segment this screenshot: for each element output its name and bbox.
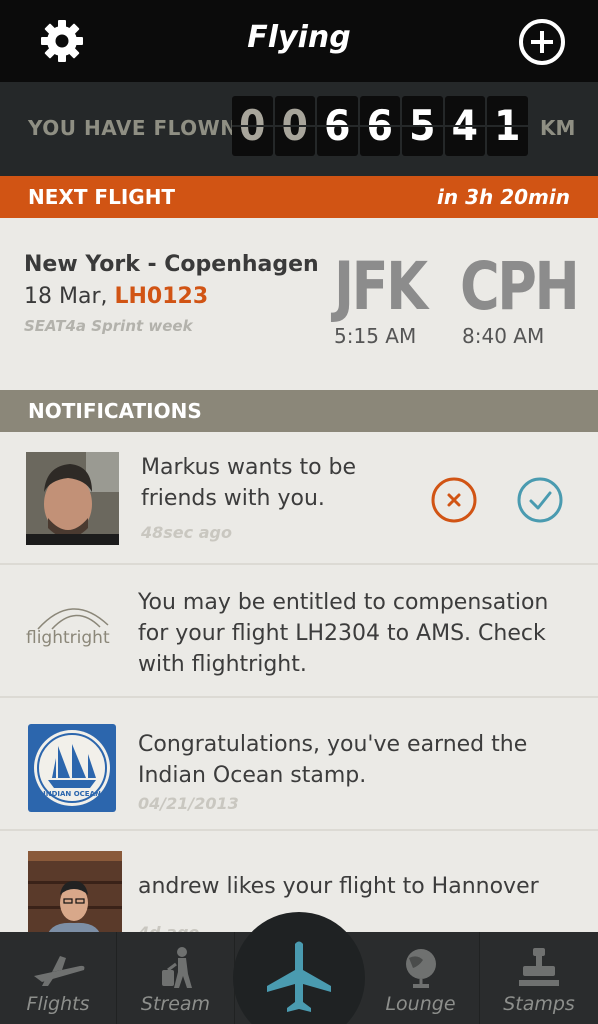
odometer-digit: 1 xyxy=(487,96,528,156)
tab-label: Flights xyxy=(26,993,90,1015)
arrival-time: 8:40 AM xyxy=(462,324,545,348)
odometer-digit: 0 xyxy=(274,96,315,156)
next-flight-countdown: in 3h 20min xyxy=(437,185,570,209)
seat-note: SEAT4a Sprint week xyxy=(24,317,193,335)
notification-time: 48sec ago xyxy=(141,523,232,542)
indian-ocean-stamp: INDIAN OCEAN xyxy=(28,724,116,812)
flightright-logo: flightright xyxy=(26,595,122,655)
plane-icon xyxy=(267,941,331,1012)
tab-stamps[interactable]: Stamps xyxy=(480,932,598,1024)
odometer-digit: 6 xyxy=(317,96,358,156)
list-item[interactable]: INDIAN OCEAN Congratulations, you've ear… xyxy=(0,698,598,831)
destination-code: CPH xyxy=(460,248,580,325)
tab-label: Stream xyxy=(140,993,211,1015)
notification-time: 04/21/2013 xyxy=(138,794,239,813)
tab-stream[interactable]: Stream xyxy=(117,932,235,1024)
accept-button[interactable] xyxy=(516,476,564,524)
stamp-icon xyxy=(519,948,559,986)
flight-number: LH0123 xyxy=(114,284,209,309)
notification-text: Congratulations, you've earned the India… xyxy=(138,732,528,788)
odometer-digit: 5 xyxy=(402,96,443,156)
avatar xyxy=(28,851,122,941)
next-flight-card[interactable]: New York - Copenhagen 18 Mar, LH0123 SEA… xyxy=(0,218,598,390)
avatar xyxy=(26,452,119,545)
page-title: Flying xyxy=(247,20,351,55)
notification-text: andrew likes your flight to Hannover xyxy=(138,874,539,899)
tab-lounge[interactable]: Lounge xyxy=(362,932,480,1024)
notification-text: Markus wants to be friends with you. xyxy=(141,455,357,511)
decline-button[interactable] xyxy=(430,476,478,524)
list-item[interactable]: flightright You may be entitled to compe… xyxy=(0,565,598,698)
odometer-digits: 0 0 6 6 5 4 1 xyxy=(232,96,528,156)
odometer-digit: 4 xyxy=(444,96,485,156)
notifications-label: NOTIFICATIONS xyxy=(28,399,202,423)
traveler-icon xyxy=(161,947,192,988)
list-item[interactable]: Markus wants to be friends with you. 48s… xyxy=(0,432,598,565)
plane-icon xyxy=(34,956,85,986)
flight-date: 18 Mar, xyxy=(24,284,108,309)
origin-code: JFK xyxy=(334,248,428,325)
distance-unit: KM xyxy=(540,116,576,140)
departure-time: 5:15 AM xyxy=(334,324,417,348)
notifications-header: NOTIFICATIONS xyxy=(0,390,598,432)
globe-icon xyxy=(405,949,436,988)
tab-label: Lounge xyxy=(385,993,456,1015)
next-flight-header: NEXT FLIGHT in 3h 20min xyxy=(0,176,598,218)
flight-route: New York - Copenhagen xyxy=(24,252,319,277)
next-flight-label: NEXT FLIGHT xyxy=(28,185,176,209)
top-bar: Flying xyxy=(0,0,598,82)
tab-label: Stamps xyxy=(503,993,575,1015)
odometer-digit: 0 xyxy=(232,96,273,156)
tab-flights[interactable]: Flights xyxy=(0,932,117,1024)
notification-text: You may be entitled to compensation for … xyxy=(138,590,549,677)
plus-circle-icon[interactable] xyxy=(517,17,567,67)
odometer-digit: 6 xyxy=(359,96,400,156)
distance-label: YOU HAVE FLOWN xyxy=(28,116,238,140)
flight-date-line: 18 Mar, LH0123 xyxy=(24,284,208,309)
